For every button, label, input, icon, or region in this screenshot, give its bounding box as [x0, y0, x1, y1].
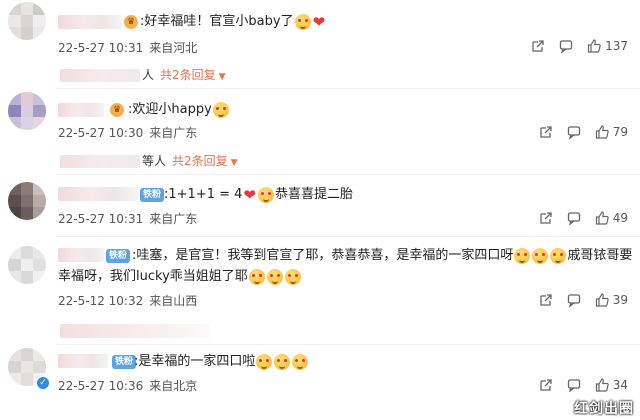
comment-icon[interactable] — [567, 125, 581, 139]
like-button[interactable]: 79 — [595, 125, 628, 139]
username-redacted[interactable] — [58, 15, 122, 29]
comment-icon[interactable] — [567, 378, 581, 392]
comment-text: :哇塞，是官宣！我等到官宣了耶，恭喜恭喜，是幸福的一家四口呀 戚哥铱哥要 — [132, 247, 633, 264]
comment-actions: 49 — [539, 211, 628, 225]
comment-meta: 22-5-27 10:31 来自河北 — [58, 39, 197, 56]
thumbs-up-icon — [595, 293, 609, 307]
comment-icon[interactable] — [567, 293, 581, 307]
smile-emoji — [284, 268, 301, 285]
comment-text: :好幸福哇！官宣小baby了 ❤ — [140, 12, 326, 31]
comment-date: 22-5-27 10:31 — [58, 41, 144, 55]
avatar-mosaic — [8, 246, 46, 284]
smile-emoji — [294, 13, 311, 30]
like-button[interactable]: 34 — [595, 378, 628, 392]
like-count: 39 — [612, 293, 628, 307]
redacted-reply — [60, 324, 210, 338]
comment-meta: 22-5-27 10:30 来自广东 — [58, 124, 197, 141]
comment-date: 22-5-12 10:32 — [58, 294, 144, 308]
heart-eyes-emoji — [212, 101, 229, 118]
comment-text: :是幸福的一家四口啦 — [134, 353, 309, 371]
share-icon[interactable] — [539, 125, 553, 139]
comment-location: 来自河北 — [149, 41, 198, 55]
comment-date: 22-5-27 10:30 — [58, 126, 144, 140]
kiss-emoji — [292, 353, 309, 370]
comment-actions: 34 — [539, 378, 628, 392]
avatar-mosaic — [8, 182, 46, 220]
heart-emoji: ❤ — [243, 185, 256, 204]
comment-actions: 39 — [539, 293, 628, 307]
share-icon[interactable] — [539, 378, 553, 392]
avatar[interactable] — [8, 2, 46, 40]
avatar[interactable] — [8, 246, 46, 284]
comment-location: 来自北京 — [149, 379, 198, 393]
cheer-emoji — [258, 186, 274, 203]
comment-actions: 79 — [539, 125, 628, 139]
laugh-cry-emoji — [550, 247, 567, 264]
like-button[interactable]: 49 — [595, 211, 628, 225]
reply-summary[interactable]: 人共2条回复 ▼ — [60, 66, 226, 83]
username-redacted[interactable] — [58, 354, 108, 368]
watermark: 红剑出圈 — [574, 401, 634, 417]
laugh-cry-emoji — [514, 247, 531, 264]
thumbs-up-icon — [595, 211, 609, 225]
divider — [56, 236, 640, 237]
comment-date: 22-5-27 10:36 — [58, 379, 144, 393]
avatar-mosaic — [8, 92, 46, 130]
verified-icon: ✓ — [36, 376, 50, 390]
share-icon[interactable] — [539, 211, 553, 225]
comment-actions: 137 — [531, 39, 628, 53]
comment-meta: 22-5-27 10:36 来自北京 — [58, 377, 197, 394]
thumbs-up-icon — [595, 125, 609, 139]
username-redacted[interactable] — [58, 103, 104, 117]
comment-location: 来自广东 — [149, 126, 198, 140]
like-button[interactable]: 137 — [587, 39, 628, 53]
like-count: 34 — [612, 378, 628, 392]
reply-user-redacted — [60, 155, 140, 168]
iron-fan-badge: 铁粉 — [106, 249, 131, 263]
comment-icon[interactable] — [567, 211, 581, 225]
smile-emoji — [248, 268, 265, 285]
comment-text-line2: 幸福呀，我们lucky乖当姐姐了耶 — [58, 268, 302, 286]
thumbs-up-icon — [587, 39, 601, 53]
avatar[interactable] — [8, 182, 46, 220]
avatar-mosaic — [8, 2, 46, 40]
caret-down-icon: ▼ — [218, 72, 226, 82]
comment-text: :欢迎小happy — [128, 101, 230, 119]
smile-emoji — [266, 268, 283, 285]
iron-fan-badge: 铁粉 — [112, 355, 137, 369]
comment-text: :1+1+1 = 4❤ 恭喜喜提二胎 — [164, 185, 354, 204]
kiss-emoji — [256, 353, 273, 370]
kiss-emoji — [274, 353, 291, 370]
like-count: 79 — [612, 125, 628, 139]
laugh-cry-emoji — [532, 247, 549, 264]
comment-meta: 22-5-27 10:31 来自广东 — [58, 210, 197, 227]
comment-meta: 22-5-12 10:32 来自山西 — [58, 292, 197, 309]
comment-location: 来自广东 — [149, 212, 198, 226]
username-redacted[interactable] — [58, 187, 138, 201]
caret-down-icon: ▼ — [230, 158, 238, 168]
comment-icon[interactable] — [559, 39, 573, 53]
reply-user-redacted — [60, 69, 140, 82]
like-count: 49 — [612, 211, 628, 225]
username-redacted[interactable] — [58, 248, 104, 262]
divider — [56, 344, 640, 345]
share-icon[interactable] — [531, 39, 545, 53]
iron-fan-badge: 铁粉 — [140, 188, 165, 202]
divider — [56, 88, 640, 89]
thumbs-up-icon — [595, 378, 609, 392]
comment-location: 来自山西 — [149, 294, 198, 308]
heart-emoji: ❤ — [312, 12, 326, 31]
reply-summary[interactable]: 等人 共2条回复 ▼ — [60, 152, 238, 169]
crown-icon: ♛ — [110, 103, 124, 117]
like-count: 137 — [605, 39, 628, 53]
crown-icon: ♛ — [124, 15, 138, 29]
divider — [56, 174, 640, 175]
avatar[interactable] — [8, 92, 46, 130]
comment-date: 22-5-27 10:31 — [58, 212, 144, 226]
like-button[interactable]: 39 — [595, 293, 628, 307]
share-icon[interactable] — [539, 293, 553, 307]
